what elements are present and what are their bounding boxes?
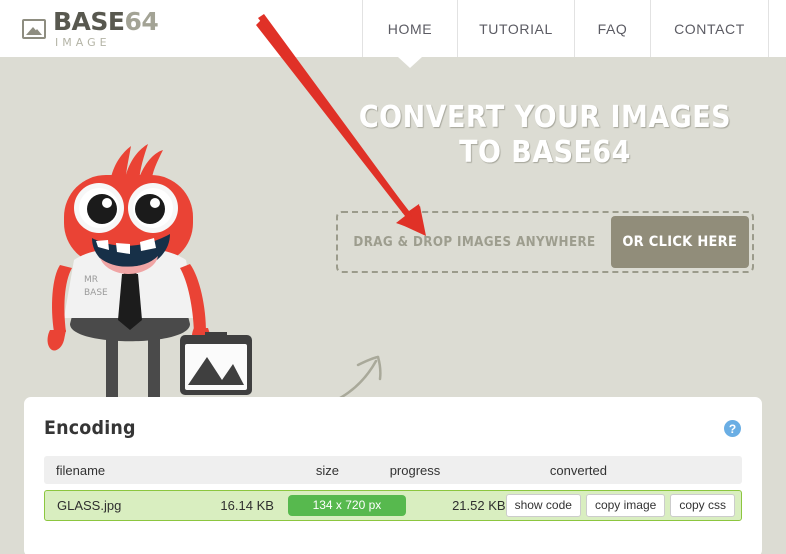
column-header-size: size bbox=[315, 462, 339, 478]
logo-subtitle: IMAGE bbox=[55, 36, 111, 49]
nav-item-home[interactable]: HOME bbox=[362, 0, 457, 68]
nav-item-tutorial[interactable]: TUTORIAL bbox=[457, 0, 574, 57]
column-header-filename: filename bbox=[56, 462, 106, 478]
cell-progress: 134 x 720 px bbox=[274, 494, 406, 517]
nav-item-home-label: HOME bbox=[387, 20, 433, 37]
nav-item-faq[interactable]: FAQ bbox=[574, 0, 650, 57]
progress-badge: 134 x 720 px bbox=[287, 494, 406, 517]
image-icon bbox=[22, 18, 46, 39]
encoding-table: filename size progress converted GLASS.j… bbox=[44, 456, 742, 521]
encoding-panel-header: Encoding ? bbox=[44, 417, 742, 439]
nav-item-faq-label: FAQ bbox=[597, 20, 628, 37]
site-header: BASE64 IMAGE HOME TUTORIAL FAQ CONTACT bbox=[0, 0, 786, 68]
cell-size: 16.14 KB bbox=[220, 498, 274, 513]
mascot-illustration: MR BASE bbox=[47, 144, 252, 422]
nav-item-contact[interactable]: CONTACT bbox=[650, 0, 769, 57]
column-header-converted: converted bbox=[549, 462, 607, 478]
cell-filename: GLASS.jpg bbox=[57, 498, 122, 513]
dropzone[interactable]: DRAG & DROP IMAGES ANYWHERE OR CLICK HER… bbox=[336, 211, 754, 273]
main-navigation: HOME TUTORIAL FAQ CONTACT bbox=[362, 0, 769, 68]
show-code-button[interactable]: show code bbox=[505, 493, 581, 518]
copy-css-button[interactable]: copy css bbox=[670, 493, 735, 518]
logo-text: BASE64 IMAGE bbox=[53, 7, 159, 49]
help-icon[interactable]: ? bbox=[724, 420, 741, 437]
logo-title-primary: BASE bbox=[53, 7, 125, 36]
encoding-panel: Encoding ? filename size progress conver… bbox=[24, 397, 762, 554]
encoding-title: Encoding bbox=[44, 417, 136, 439]
hero-title-line-1: CONVERT YOUR IMAGES bbox=[358, 100, 732, 135]
table-row: GLASS.jpg 16.14 KB 134 x 720 px 21.52 KB… bbox=[44, 490, 742, 521]
logo-title-secondary: 64 bbox=[124, 7, 159, 36]
or-click-here-button[interactable]: OR CLICK HERE bbox=[611, 216, 749, 268]
svg-text:MR: MR bbox=[84, 275, 98, 285]
column-header-progress: progress bbox=[389, 462, 441, 478]
copy-image-button[interactable]: copy image bbox=[585, 493, 666, 518]
svg-text:BASE: BASE bbox=[84, 288, 108, 298]
cell-actions: show code copy image copy css bbox=[505, 493, 741, 518]
table-header-row: filename size progress converted bbox=[44, 456, 742, 484]
hero-title: CONVERT YOUR IMAGES TO BASE64 bbox=[352, 100, 739, 171]
dropzone-label: DRAG & DROP IMAGES ANYWHERE bbox=[353, 234, 596, 250]
nav-item-tutorial-label: TUTORIAL bbox=[479, 20, 553, 37]
nav-item-contact-label: CONTACT bbox=[674, 20, 745, 37]
logo-title: BASE64 bbox=[53, 7, 159, 36]
or-click-here-button-label: OR CLICK HERE bbox=[622, 234, 738, 250]
hero-section: MR BASE CONVERT YOUR IMAGES TO BASE64 DR… bbox=[0, 57, 786, 422]
cell-converted: 21.52 KB bbox=[452, 498, 506, 513]
hero-title-line-2: TO BASE64 bbox=[459, 135, 631, 171]
site-logo[interactable]: BASE64 IMAGE bbox=[0, 0, 362, 57]
